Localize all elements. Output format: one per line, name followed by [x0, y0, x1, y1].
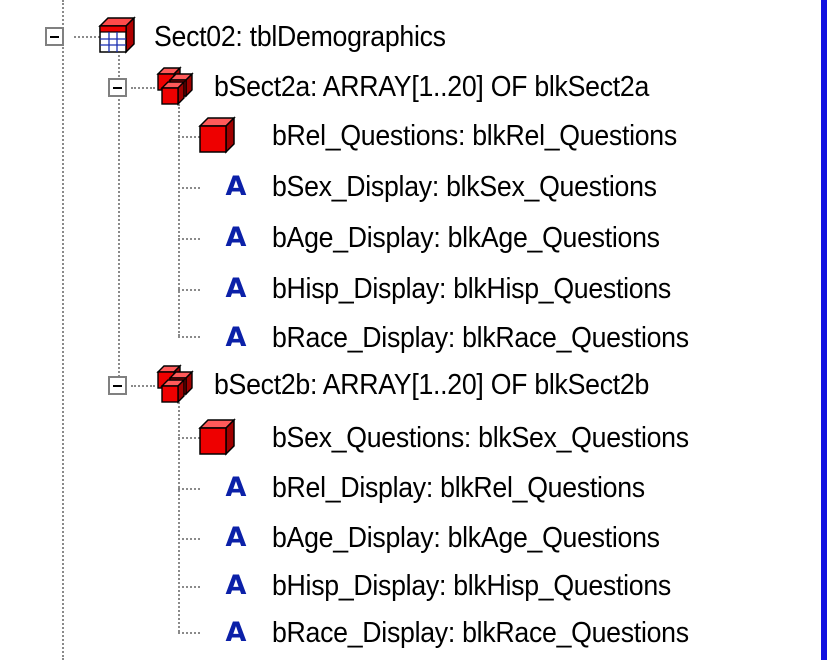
field-icon: A [225, 522, 247, 553]
tree-node-label: bHisp_Display: blkHisp_Questions [272, 272, 671, 305]
tree-node-field[interactable]: bRace_Display: blkRace_Questions [272, 609, 725, 657]
tree-node-label: bSect2b: ARRAY[1..20] OF blkSect2b [214, 368, 650, 401]
tree-connector-line [178, 336, 200, 338]
tree-node-array[interactable]: bSect2a: ARRAY[1..20] OF blkSect2a [214, 63, 687, 111]
tree-connector-line [131, 87, 155, 89]
table-icon [96, 14, 136, 54]
block-array-icon [154, 64, 194, 106]
tree-node-label: bSex_Display: blkSex_Questions [272, 170, 657, 203]
field-icon: A [225, 472, 247, 503]
tree-connector-line [131, 385, 155, 387]
tree-connector-line [178, 488, 200, 490]
field-icon: A [225, 222, 247, 253]
tree-node-label: bRace_Display: blkRace_Questions [272, 616, 689, 649]
field-icon: A [225, 322, 247, 353]
tree-node-field[interactable]: bHisp_Display: blkHisp_Questions [272, 562, 706, 610]
tree-connector-line [178, 238, 200, 240]
block-icon [196, 114, 236, 154]
tree-connector-line [178, 586, 200, 588]
tree-connector-line [178, 289, 200, 291]
field-icon: A [225, 570, 247, 601]
tree-node-label: Sect02: tblDemographics [154, 20, 446, 53]
tree-node-field[interactable]: bHisp_Display: blkHisp_Questions [272, 265, 706, 313]
tree-node-field[interactable]: bAge_Display: blkAge_Questions [272, 514, 693, 562]
tree-node-label: bSex_Questions: blkSex_Questions [272, 421, 689, 454]
tree-node-root[interactable]: Sect02: tblDemographics [154, 13, 471, 61]
collapse-toggle[interactable] [45, 27, 64, 46]
tree-node-label: bSect2a: ARRAY[1..20] OF blkSect2a [214, 70, 650, 103]
collapse-toggle[interactable] [108, 376, 127, 395]
tree-node-label: bRace_Display: blkRace_Questions [272, 321, 689, 354]
field-icon: A [225, 171, 247, 202]
tree-connector-line [178, 104, 180, 336]
tree-node-block[interactable]: bRel_Questions: blkRel_Questions [272, 112, 712, 160]
tree-node-label: bHisp_Display: blkHisp_Questions [272, 569, 671, 602]
field-icon: A [225, 617, 247, 648]
tree-connector-line [62, 0, 64, 660]
tree-connector-line [178, 187, 200, 189]
tree-node-field[interactable]: bAge_Display: blkAge_Questions [272, 214, 693, 262]
tree-node-label: bAge_Display: blkAge_Questions [272, 221, 660, 254]
tree-node-array[interactable]: bSect2b: ARRAY[1..20] OF blkSect2b [214, 361, 687, 409]
tree-connector-line [178, 632, 200, 634]
block-icon [196, 416, 236, 456]
tree-view[interactable]: Sect02: tblDemographics bSect2a: ARRAY[1… [0, 0, 821, 660]
collapse-toggle[interactable] [108, 78, 127, 97]
tree-node-label: bAge_Display: blkAge_Questions [272, 521, 660, 554]
tree-node-label: bRel_Questions: blkRel_Questions [272, 119, 677, 152]
tree-node-field[interactable]: bSex_Display: blkSex_Questions [272, 163, 690, 211]
tree-node-field[interactable]: bRel_Display: blkRel_Questions [272, 464, 677, 512]
tree-node-block[interactable]: bSex_Questions: blkSex_Questions [272, 414, 725, 462]
tree-connector-line [118, 50, 120, 385]
field-icon: A [225, 273, 247, 304]
block-array-icon [154, 362, 194, 404]
tree-connector-line [178, 538, 200, 540]
tree-node-field[interactable]: bRace_Display: blkRace_Questions [272, 314, 725, 362]
tree-node-label: bRel_Display: blkRel_Questions [272, 471, 645, 504]
